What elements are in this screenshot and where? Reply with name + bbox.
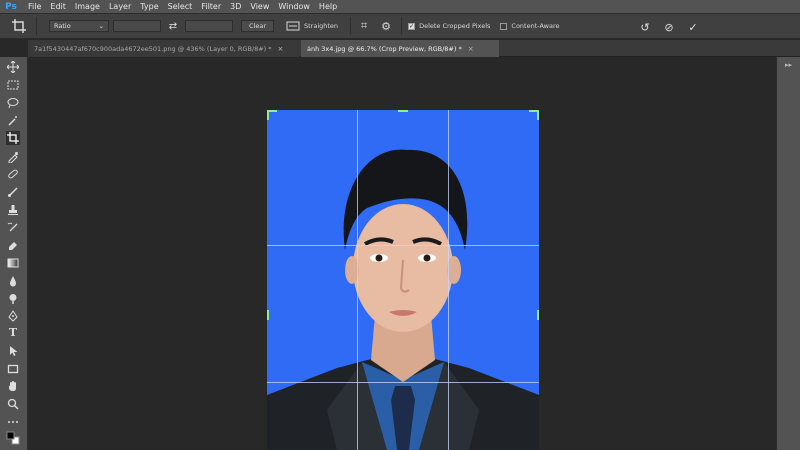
menu-filter[interactable]: Filter bbox=[201, 2, 221, 11]
collapse-panel-icon[interactable]: ▸▸ bbox=[785, 61, 792, 69]
delete-cropped-checkbox[interactable]: ✓ bbox=[408, 22, 416, 30]
crop-grid-line bbox=[267, 382, 539, 383]
crop-handle-top[interactable] bbox=[398, 110, 408, 112]
close-icon[interactable]: × bbox=[468, 45, 474, 53]
crop-grid-line bbox=[448, 110, 449, 450]
menu-3d[interactable]: 3D bbox=[230, 2, 241, 11]
move-tool-icon[interactable] bbox=[6, 60, 20, 74]
lasso-tool-icon[interactable] bbox=[6, 96, 20, 110]
magic-wand-icon[interactable] bbox=[6, 114, 20, 128]
color-swatches-icon[interactable] bbox=[6, 431, 20, 445]
brush-tool-icon[interactable] bbox=[6, 185, 20, 199]
ratio-select[interactable]: Ratio ⌄ bbox=[49, 20, 109, 32]
grid-icon[interactable]: ⌗ bbox=[357, 19, 371, 33]
tab-label: 7a1f5430447af670c900ada4672ee501.png @ 4… bbox=[34, 44, 272, 53]
divider bbox=[350, 17, 352, 35]
divider bbox=[401, 17, 403, 35]
eyedropper-icon[interactable] bbox=[6, 150, 20, 164]
height-field[interactable] bbox=[185, 20, 233, 32]
tools-panel: T bbox=[0, 57, 28, 450]
reset-icon[interactable]: ↺ bbox=[638, 20, 652, 34]
gradient-tool-icon[interactable] bbox=[6, 256, 20, 270]
crop-tool-icon[interactable] bbox=[6, 131, 20, 145]
divider bbox=[36, 17, 37, 35]
menu-layer[interactable]: Layer bbox=[109, 2, 131, 11]
straighten-label[interactable]: Straighten bbox=[304, 22, 338, 30]
swap-icon[interactable]: ⇄ bbox=[166, 19, 180, 33]
crop-preview-image[interactable] bbox=[267, 110, 539, 450]
menu-bar: Ps File Edit Image Layer Type Select Fil… bbox=[0, 0, 800, 13]
app-logo: Ps bbox=[5, 1, 17, 12]
hand-tool-icon[interactable] bbox=[6, 379, 20, 393]
portrait-photo bbox=[267, 149, 539, 450]
history-brush-icon[interactable] bbox=[6, 221, 20, 235]
more-tools-icon[interactable] bbox=[6, 415, 20, 429]
crop-grid-line bbox=[267, 245, 539, 246]
panel-dock: ▸▸ bbox=[776, 57, 800, 450]
clear-button[interactable]: Clear bbox=[241, 20, 274, 32]
menu-select[interactable]: Select bbox=[168, 2, 193, 11]
menu-edit[interactable]: Edit bbox=[50, 2, 66, 11]
menu-window[interactable]: Window bbox=[278, 2, 310, 11]
tab-label: ảnh 3x4.jpg @ 66.7% (Crop Preview, RGB/8… bbox=[307, 44, 462, 53]
tab-document-1[interactable]: 7a1f5430447af670c900ada4672ee501.png @ 4… bbox=[28, 40, 300, 57]
dodge-tool-icon[interactable] bbox=[6, 292, 20, 306]
path-selection-icon[interactable] bbox=[6, 344, 20, 358]
pen-tool-icon[interactable] bbox=[6, 309, 20, 323]
healing-brush-icon[interactable] bbox=[6, 167, 20, 181]
menu-file[interactable]: File bbox=[28, 2, 41, 11]
document-tabs: 7a1f5430447af670c900ada4672ee501.png @ 4… bbox=[28, 40, 800, 57]
blur-tool-icon[interactable] bbox=[6, 274, 20, 288]
width-field[interactable] bbox=[113, 20, 161, 32]
chevron-down-icon: ⌄ bbox=[98, 22, 104, 30]
menu-type[interactable]: Type bbox=[140, 2, 158, 11]
document-canvas[interactable] bbox=[29, 57, 776, 450]
crop-handle-left[interactable] bbox=[267, 310, 269, 320]
straighten-icon[interactable] bbox=[286, 21, 300, 31]
content-aware-label[interactable]: Content-Aware bbox=[511, 22, 559, 30]
cancel-icon[interactable]: ⊘ bbox=[662, 20, 676, 34]
eraser-tool-icon[interactable] bbox=[6, 238, 20, 252]
crop-handle-right[interactable] bbox=[537, 310, 539, 320]
tab-document-2[interactable]: ảnh 3x4.jpg @ 66.7% (Crop Preview, RGB/8… bbox=[301, 40, 499, 57]
type-tool-icon[interactable]: T bbox=[6, 325, 20, 339]
menu-help[interactable]: Help bbox=[319, 2, 337, 11]
zoom-tool-icon[interactable] bbox=[6, 397, 20, 411]
menu-image[interactable]: Image bbox=[75, 2, 100, 11]
check-icon: ✓ bbox=[409, 22, 415, 30]
rectangle-tool-icon[interactable] bbox=[6, 362, 20, 376]
menu-view[interactable]: View bbox=[250, 2, 269, 11]
gear-icon[interactable]: ⚙ bbox=[379, 19, 393, 33]
check-icon[interactable]: ✓ bbox=[686, 20, 700, 34]
ratio-select-value: Ratio bbox=[54, 22, 71, 30]
content-aware-checkbox[interactable] bbox=[500, 22, 508, 30]
options-bar: Ratio ⌄ ⇄ Clear Straighten ⌗ ⚙ ✓ Delete … bbox=[0, 13, 800, 39]
close-icon[interactable]: × bbox=[278, 45, 284, 53]
crop-icon[interactable] bbox=[8, 15, 30, 37]
marquee-tool-icon[interactable] bbox=[6, 78, 20, 92]
crop-grid-line bbox=[357, 110, 358, 450]
stamp-tool-icon[interactable] bbox=[6, 203, 20, 217]
crop-actions: ↺ ⊘ ✓ bbox=[628, 14, 700, 40]
crop-handle-top-right[interactable] bbox=[537, 110, 539, 120]
delete-cropped-label[interactable]: Delete Cropped Pixels bbox=[419, 22, 490, 30]
crop-handle-top-left[interactable] bbox=[267, 110, 269, 120]
